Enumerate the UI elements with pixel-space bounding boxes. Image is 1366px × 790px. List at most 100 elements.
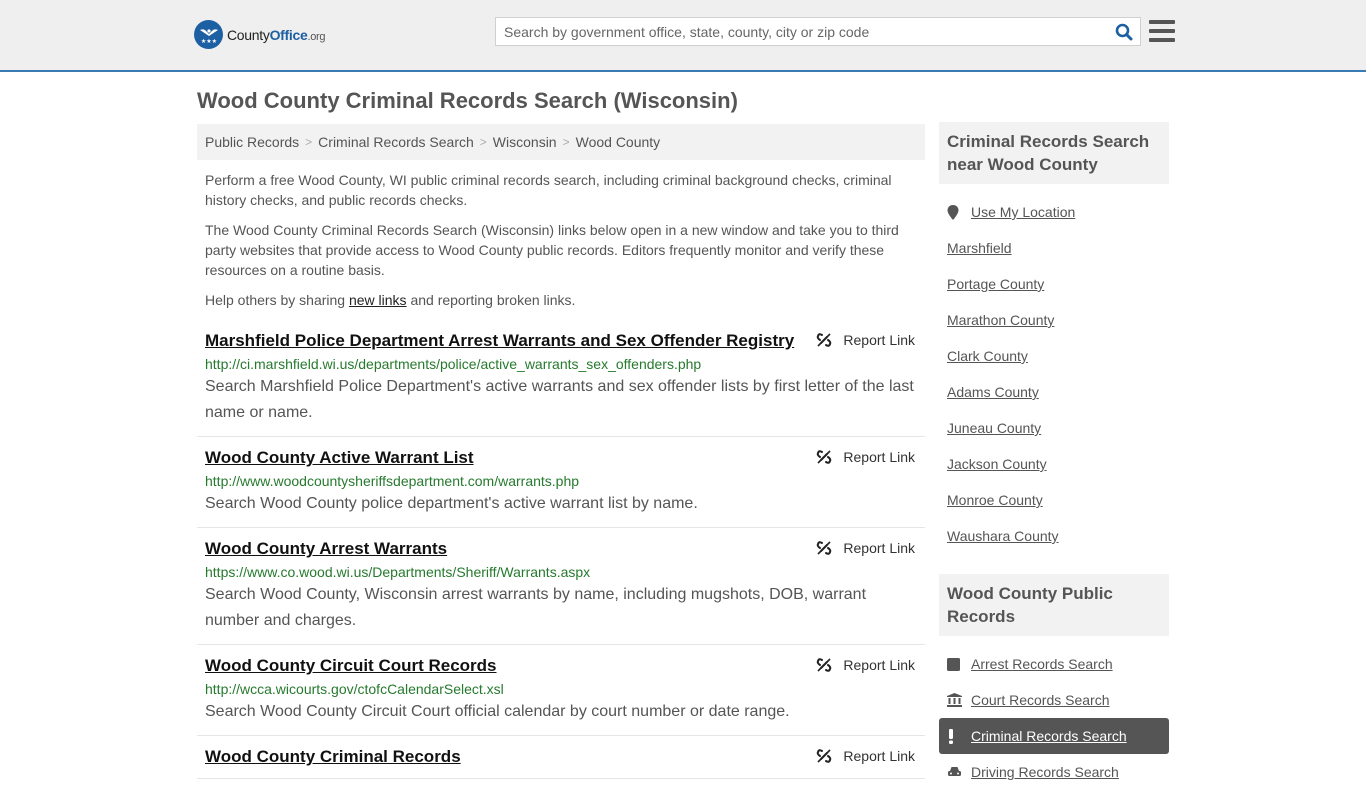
result-description: Search Wood County, Wisconsin arrest war… xyxy=(205,586,867,629)
nearby-item: Waushara County xyxy=(939,518,1169,554)
intro-paragraph-3: Help others by sharing new links and rep… xyxy=(205,292,576,308)
main-content: Public Records > Criminal Records Search… xyxy=(197,124,925,779)
square-icon xyxy=(947,657,963,671)
driving-records-search-link[interactable]: Driving Records Search xyxy=(971,764,1119,780)
search-bar xyxy=(495,17,1141,46)
result-url: http://www.woodcountysheriffsdepartment.… xyxy=(205,473,580,489)
result-item: Marshfield Police Department Arrest Warr… xyxy=(197,320,925,437)
result-description: Search Wood County police department's a… xyxy=(205,495,698,512)
report-link-button[interactable]: Report Link xyxy=(816,449,915,465)
svg-text:★★★: ★★★ xyxy=(200,38,216,45)
exclamation-icon xyxy=(947,728,963,744)
breadcrumb-separator: > xyxy=(479,135,487,149)
result-description: Search Marshfield Police Department's ac… xyxy=(205,378,914,421)
nearby-item: Jackson County xyxy=(939,446,1169,482)
public-records-item: Arrest Records Search xyxy=(939,646,1169,682)
search-button[interactable] xyxy=(1108,18,1140,45)
broken-link-icon xyxy=(817,333,832,347)
result-url: http://ci.marshfield.wi.us/departments/p… xyxy=(205,356,702,372)
result-item: Wood County Circuit Court Records http:/… xyxy=(197,645,925,736)
result-title-link[interactable]: Wood County Circuit Court Records xyxy=(205,655,497,677)
nearby-link-waushara-county[interactable]: Waushara County xyxy=(947,528,1059,544)
site-header: ★★★ CountyOffice.org xyxy=(0,0,1366,72)
report-link-label: Report Link xyxy=(843,332,915,348)
nearby-link-monroe-county[interactable]: Monroe County xyxy=(947,492,1043,508)
result-url: http://wcca.wicourts.gov/ctofcCalendarSe… xyxy=(205,681,504,697)
result-title-link[interactable]: Wood County Criminal Records xyxy=(205,746,461,768)
broken-link-icon xyxy=(817,450,832,464)
car-icon xyxy=(947,766,963,779)
page-title: Wood County Criminal Records Search (Wis… xyxy=(197,88,738,113)
nearby-heading: Criminal Records Search near Wood County xyxy=(939,122,1169,184)
nearby-item: Juneau County xyxy=(939,410,1169,446)
public-records-heading: Wood County Public Records xyxy=(939,574,1169,636)
search-icon xyxy=(1115,23,1133,40)
eagle-logo-icon: ★★★ xyxy=(194,20,223,49)
menu-bar-icon xyxy=(1149,20,1175,24)
report-link-label: Report Link xyxy=(843,449,915,465)
nearby-link-portage-county[interactable]: Portage County xyxy=(947,276,1044,292)
arrest-records-search-link[interactable]: Arrest Records Search xyxy=(971,656,1113,672)
breadcrumb-wood-county[interactable]: Wood County xyxy=(576,134,661,150)
report-link-button[interactable]: Report Link xyxy=(816,332,915,348)
report-link-label: Report Link xyxy=(843,540,915,556)
site-logo[interactable]: ★★★ CountyOffice.org xyxy=(194,20,326,49)
result-title-link[interactable]: Wood County Arrest Warrants xyxy=(205,538,447,560)
breadcrumb-public-records[interactable]: Public Records xyxy=(205,134,299,150)
result-title-link[interactable]: Wood County Active Warrant List xyxy=(205,447,474,469)
intro-paragraph-2: The Wood County Criminal Records Search … xyxy=(205,222,899,278)
intro-text: Perform a free Wood County, WI public cr… xyxy=(197,170,925,310)
hamburger-menu-button[interactable] xyxy=(1149,19,1175,43)
nearby-item: Portage County xyxy=(939,266,1169,302)
criminal-records-search-link[interactable]: Criminal Records Search xyxy=(971,728,1127,744)
nearby-link-adams-county[interactable]: Adams County xyxy=(947,384,1039,400)
result-description: Search Wood County Circuit Court officia… xyxy=(205,703,790,720)
result-url: https://www.co.wood.wi.us/Departments/Sh… xyxy=(205,564,591,580)
breadcrumb-separator: > xyxy=(562,135,570,149)
report-link-label: Report Link xyxy=(843,657,915,673)
new-links-link[interactable]: new links xyxy=(349,292,407,308)
broken-link-icon xyxy=(817,749,832,763)
nearby-link-juneau-county[interactable]: Juneau County xyxy=(947,420,1041,436)
nearby-item: Marshfield xyxy=(939,230,1169,266)
report-link-button[interactable]: Report Link xyxy=(816,657,915,673)
public-records-item: Driving Records Search xyxy=(939,754,1169,790)
broken-link-icon xyxy=(817,658,832,672)
nearby-list: Use My Location Marshfield Portage Count… xyxy=(939,184,1169,554)
nearby-link-clark-county[interactable]: Clark County xyxy=(947,348,1028,364)
nearby-item: Monroe County xyxy=(939,482,1169,518)
intro-paragraph-1: Perform a free Wood County, WI public cr… xyxy=(205,172,892,208)
public-records-list: Arrest Records Search Court Records Sear… xyxy=(939,636,1169,790)
nearby-link-marathon-county[interactable]: Marathon County xyxy=(947,312,1054,328)
nearby-link-marshfield[interactable]: Marshfield xyxy=(947,240,1012,256)
sidebar: Criminal Records Search near Wood County… xyxy=(939,122,1169,790)
result-item: Wood County Criminal Records Report Link xyxy=(197,736,925,779)
broken-link-icon xyxy=(817,541,832,555)
nearby-link-jackson-county[interactable]: Jackson County xyxy=(947,456,1047,472)
use-my-location-link[interactable]: Use My Location xyxy=(971,204,1075,220)
nearby-item: Clark County xyxy=(939,338,1169,374)
breadcrumb-criminal-records-search[interactable]: Criminal Records Search xyxy=(318,134,474,150)
result-item: Wood County Arrest Warrants https://www.… xyxy=(197,528,925,645)
result-item: Wood County Active Warrant List http://w… xyxy=(197,437,925,528)
search-input[interactable] xyxy=(496,18,1108,45)
result-title-link[interactable]: Marshfield Police Department Arrest Warr… xyxy=(205,330,794,352)
public-records-item-active: Criminal Records Search xyxy=(939,718,1169,754)
report-link-button[interactable]: Report Link xyxy=(816,540,915,556)
breadcrumb: Public Records > Criminal Records Search… xyxy=(197,124,925,160)
nearby-item: Marathon County xyxy=(939,302,1169,338)
use-my-location-item: Use My Location xyxy=(939,194,1169,230)
menu-bar-icon xyxy=(1149,38,1175,42)
logo-wordmark: CountyOffice.org xyxy=(227,26,326,43)
courthouse-icon xyxy=(947,693,963,707)
map-pin-icon xyxy=(947,204,963,220)
results-list: Marshfield Police Department Arrest Warr… xyxy=(197,320,925,779)
court-records-search-link[interactable]: Court Records Search xyxy=(971,692,1110,708)
report-link-label: Report Link xyxy=(843,748,915,764)
menu-bar-icon xyxy=(1149,29,1175,33)
nearby-item: Adams County xyxy=(939,374,1169,410)
breadcrumb-separator: > xyxy=(305,135,313,149)
public-records-item: Court Records Search xyxy=(939,682,1169,718)
report-link-button[interactable]: Report Link xyxy=(816,748,915,764)
breadcrumb-wisconsin[interactable]: Wisconsin xyxy=(493,134,557,150)
